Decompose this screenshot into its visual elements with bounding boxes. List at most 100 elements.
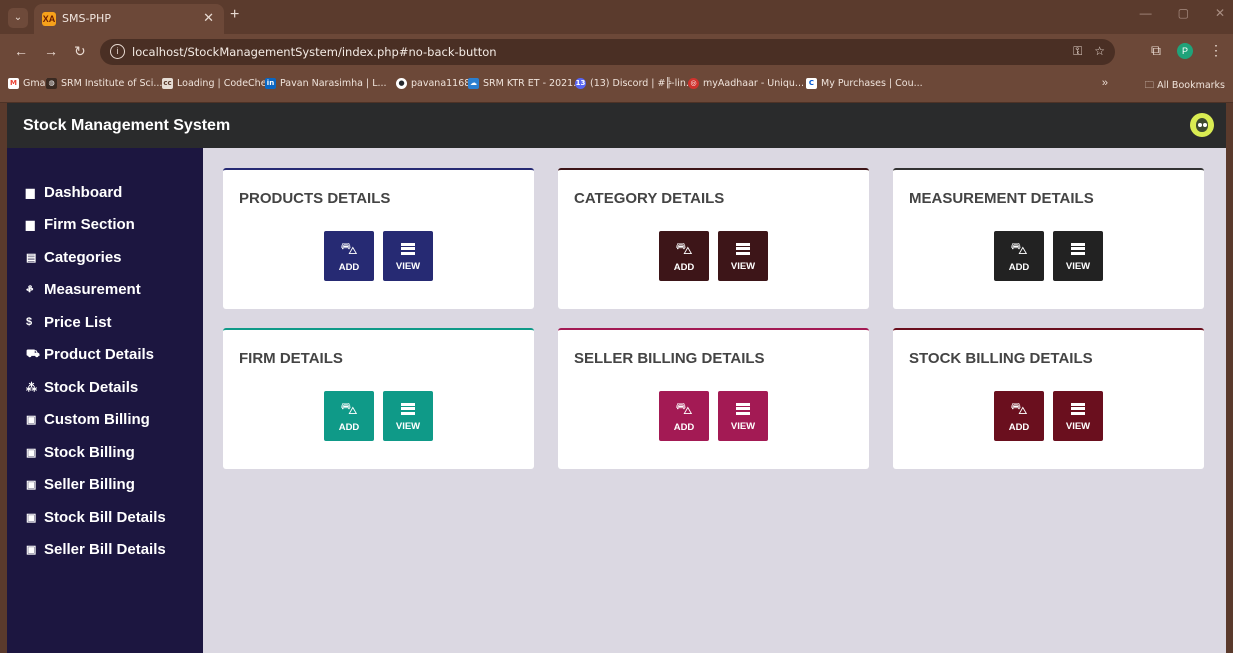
sidebar-item-custom-billing[interactable]: ▣ Custom Billing	[7, 404, 203, 437]
bookmark-codechef[interactable]: cc Loading | CodeChef	[162, 78, 270, 89]
menu-kebab-icon[interactable]: ⋮	[1209, 42, 1223, 59]
add-button[interactable]: ⛍ ADD	[994, 231, 1044, 281]
card-category-details: CATEGORY DETAILS ⛍ ADD VIEW	[558, 168, 869, 309]
bookmarks-bar: M Gmail ◍ SRM Institute of Sci... cc Loa…	[0, 70, 1233, 103]
sidebar-item-stock-details[interactable]: ⁂ Stock Details	[7, 371, 203, 404]
card-title: MEASUREMENT DETAILS	[909, 190, 1094, 207]
sidebar-item-firm-section[interactable]: ▆ Firm Section	[7, 209, 203, 242]
sidebar-item-label: Seller Billing	[44, 476, 135, 494]
tab-close-icon[interactable]: ✕	[203, 10, 214, 26]
minimize-icon[interactable]: —	[1140, 6, 1152, 20]
forward-icon[interactable]: →	[44, 43, 58, 59]
bookmark-star-icon[interactable]: ☆	[1094, 44, 1105, 59]
tab-title: SMS-PHP	[62, 12, 111, 25]
table-icon: ▆	[26, 219, 35, 232]
address-bar[interactable]: i localhost/StockManagementSystem/index.…	[100, 39, 1115, 65]
sidebar-item-label: Dashboard	[44, 183, 123, 201]
window-controls: — ▢ ✕	[1140, 6, 1225, 20]
url-text[interactable]: localhost/StockManagementSystem/index.ph…	[132, 45, 497, 59]
cubes-icon: ⁂	[26, 381, 37, 394]
browser-tab[interactable]: XA SMS-PHP ✕	[34, 4, 224, 34]
extensions-icon[interactable]: ⧉	[1151, 42, 1161, 59]
extension-area: ⧉ P ⋮	[1151, 42, 1223, 59]
sidebar-item-label: Firm Section	[44, 216, 135, 234]
toolbar: ← → ↻ i localhost/StockManagementSystem/…	[0, 34, 1233, 70]
bookmark-gmail[interactable]: M Gmail	[8, 78, 51, 89]
clipboard-icon: ▣	[26, 544, 37, 557]
view-button[interactable]: VIEW	[1053, 231, 1103, 281]
bookmark-discord[interactable]: 13 (13) Discord | #╠-lin...	[575, 78, 695, 89]
sidebar-item-label: Product Details	[44, 346, 155, 364]
cart-plus-icon: ⛍	[1010, 238, 1028, 258]
more-bookmarks-icon[interactable]: »	[1102, 77, 1108, 89]
cart-plus-icon: ⛍	[340, 238, 358, 258]
maximize-icon[interactable]: ▢	[1178, 6, 1189, 20]
password-key-icon[interactable]: ⚿	[1073, 44, 1082, 59]
view-button[interactable]: VIEW	[718, 231, 768, 281]
view-button[interactable]: VIEW	[1053, 391, 1103, 441]
profile-avatar[interactable]: P	[1177, 42, 1193, 59]
list-icon	[401, 242, 415, 255]
back-icon[interactable]: ←	[14, 43, 28, 59]
add-button[interactable]: ⛍ ADD	[659, 231, 709, 281]
tab-search-icon[interactable]: ⌄	[8, 8, 28, 28]
github-icon: ●	[396, 78, 407, 89]
new-tab-icon[interactable]: +	[230, 6, 239, 24]
all-bookmarks[interactable]: 🗀 All Bookmarks	[1145, 78, 1225, 94]
sidebar-item-stock-billing[interactable]: ▣ Stock Billing	[7, 436, 203, 469]
sidebar-item-label: Measurement	[44, 281, 141, 299]
xampp-favicon-icon: XA	[42, 12, 56, 26]
cart-icon: ⛟	[26, 347, 40, 360]
view-button[interactable]: VIEW	[718, 391, 768, 441]
view-button[interactable]: VIEW	[383, 231, 433, 281]
add-button[interactable]: ⛍ ADD	[994, 391, 1044, 441]
sidebar-item-label: Custom Billing	[44, 411, 150, 429]
cart-plus-icon: ⛍	[340, 398, 358, 418]
add-button[interactable]: ⛍ ADD	[324, 231, 374, 281]
folder-icon: 🗀	[1144, 80, 1158, 91]
bookmark-github[interactable]: ● pavana1168	[396, 78, 470, 89]
dollar-icon: $	[26, 316, 33, 329]
bookmark-srm-institute[interactable]: ◍ SRM Institute of Sci...	[46, 78, 162, 89]
tab-bar: ⌄ XA SMS-PHP ✕ + — ▢ ✕	[0, 0, 1233, 34]
sidebar-item-label: Stock Billing	[44, 443, 135, 461]
card-actions: ⛍ ADD VIEW	[893, 231, 1204, 281]
sidebar-item-seller-billing[interactable]: ▣ Seller Billing	[7, 469, 203, 502]
card-actions: ⛍ ADD VIEW	[223, 391, 534, 441]
sidebar-item-product-details[interactable]: ⛟ Product Details	[7, 339, 203, 372]
bookmark-linkedin[interactable]: in Pavan Narasimha | L...	[265, 78, 387, 89]
sidebar-item-price-list[interactable]: $ Price List	[7, 306, 203, 339]
card-title: CATEGORY DETAILS	[574, 190, 725, 207]
list-icon	[736, 402, 750, 415]
cart-plus-icon: ⛍	[1010, 398, 1028, 418]
sidebar-item-measurement[interactable]: ቆ Measurement	[7, 274, 203, 307]
bookmark-aadhaar[interactable]: ◎ myAadhaar - Uniqu...	[688, 78, 804, 89]
sidebar-item-stock-bill-details[interactable]: ▣ Stock Bill Details	[7, 501, 203, 534]
avatar-eye-right	[1203, 123, 1207, 127]
add-button[interactable]: ⛍ ADD	[659, 391, 709, 441]
sidebar-item-seller-bill-details[interactable]: ▣ Seller Bill Details	[7, 534, 203, 567]
card-actions: ⛍ ADD VIEW	[558, 231, 869, 281]
site-info-icon[interactable]: i	[110, 44, 125, 59]
avatar-eye-left	[1198, 123, 1202, 127]
bookmark-srm-ktr[interactable]: ☁ SRM KTR ET - 2021...	[468, 78, 582, 89]
aadhaar-icon: ◎	[688, 78, 699, 89]
bookmark-coursera[interactable]: C My Purchases | Cou...	[806, 78, 923, 89]
sidebar-item-categories[interactable]: ▤ Categories	[7, 241, 203, 274]
clipboard-plus-icon: ▣	[26, 479, 37, 492]
card-title: STOCK BILLING DETAILS	[909, 350, 1093, 367]
list-icon	[1071, 242, 1085, 255]
add-button[interactable]: ⛍ ADD	[324, 391, 374, 441]
coursera-icon: C	[806, 78, 817, 89]
reload-icon[interactable]: ↻	[74, 43, 86, 60]
user-avatar[interactable]	[1190, 113, 1214, 137]
sidebar-item-label: Price List	[44, 313, 112, 331]
sidebar-item-label: Stock Details	[44, 378, 139, 396]
view-button[interactable]: VIEW	[383, 391, 433, 441]
card-actions: ⛍ ADD VIEW	[893, 391, 1204, 441]
sidebar: ▆ Dashboard ▆ Firm Section ▤ Categories …	[7, 148, 203, 653]
close-window-icon[interactable]: ✕	[1215, 6, 1225, 20]
sidebar-item-dashboard[interactable]: ▆ Dashboard	[7, 176, 203, 209]
clipboard-icon: ▣	[26, 414, 37, 427]
card-stock-billing-details: STOCK BILLING DETAILS ⛍ ADD VIEW	[893, 328, 1204, 469]
